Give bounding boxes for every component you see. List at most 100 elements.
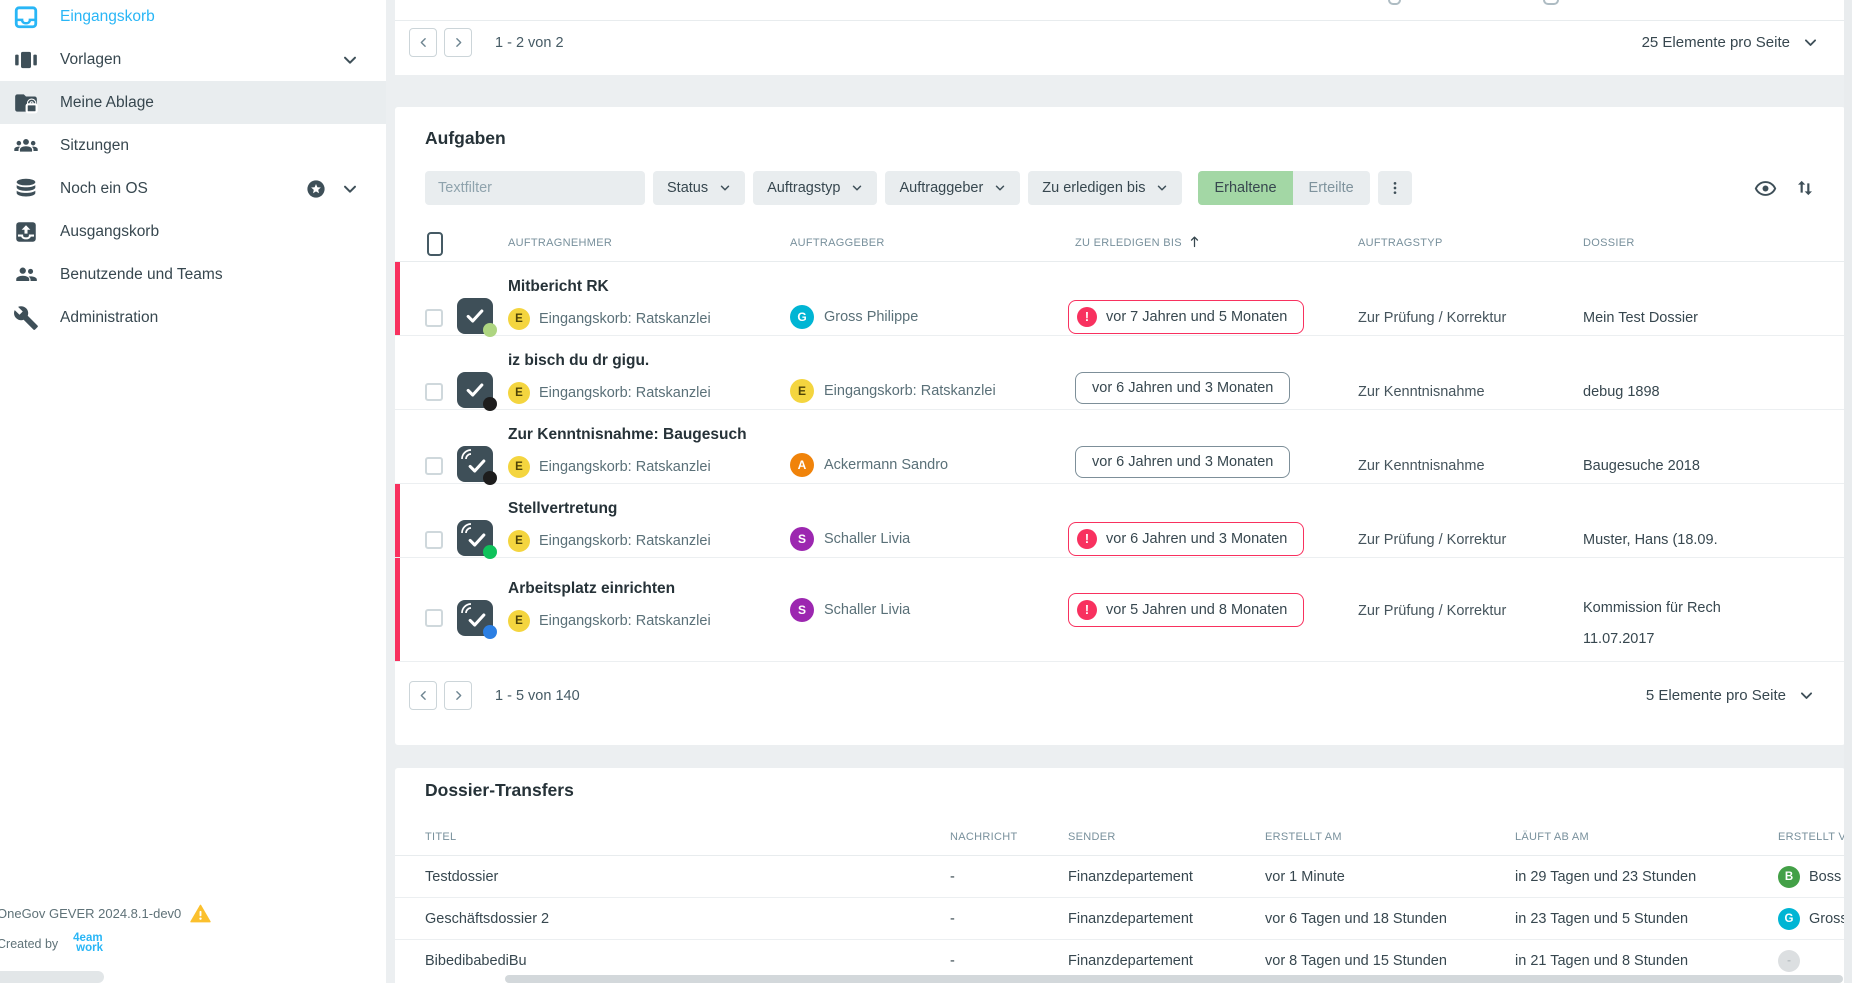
column-header-erstellt-von[interactable]: ERSTELLT VON: [1778, 831, 1845, 843]
sidebar-nav: Eingangskorb Vorlagen Meine Ablage: [0, 0, 386, 339]
sidebar-item-eingangskorb[interactable]: Eingangskorb: [0, 0, 386, 38]
received-issued-toggle: Erhaltene Erteilte: [1198, 171, 1369, 205]
task-type: Zur Prüfung / Korrektur: [1358, 310, 1506, 326]
column-header-laeuft-ab-am[interactable]: LÄUFT AB AM: [1515, 831, 1589, 843]
auftragstyp-filter-dropdown[interactable]: Auftragstyp: [753, 171, 877, 205]
text-filter-input[interactable]: [425, 171, 645, 205]
filter-label: Auftraggeber: [899, 180, 983, 196]
sidebar-item-administration[interactable]: Administration: [0, 296, 386, 339]
chevron-down-icon[interactable]: [340, 179, 360, 199]
task-row[interactable]: Zur Kenntnisnahme: Baugesuch EEingangsko…: [395, 410, 1845, 484]
column-header-auftragstyp[interactable]: AUFTRAGSTYP: [1358, 228, 1443, 262]
row-checkbox[interactable]: [425, 457, 443, 475]
task-row[interactable]: Arbeitsplatz einrichten EEingangskorb: R…: [395, 558, 1845, 662]
column-header-titel[interactable]: TITEL: [425, 831, 456, 843]
column-header-auftragnehmer[interactable]: AUFTRAGNEHMER: [508, 228, 612, 262]
transfer-row[interactable]: Geschäftsdossier 2 - Finanzdepartement v…: [395, 898, 1845, 940]
task-row[interactable]: Mitbericht RK EEingangskorb: Ratskanzlei…: [395, 262, 1845, 336]
task-title[interactable]: Mitbericht RK: [508, 278, 711, 296]
sidebar-item-meine-ablage[interactable]: Meine Ablage: [0, 81, 386, 124]
page-size-selector[interactable]: 5 Elemente pro Seite: [1646, 687, 1815, 704]
task-due-cell: vor 6 Jahren und 3 Monaten: [1068, 446, 1290, 482]
wrench-icon: [13, 305, 39, 331]
row-checkbox[interactable]: [425, 383, 443, 401]
logo-line-2: work: [76, 944, 103, 954]
prev-page-button[interactable]: [409, 681, 437, 710]
auftraggeber-filter-dropdown[interactable]: Auftraggeber: [885, 171, 1020, 205]
app-window: Eingangskorb Vorlagen Meine Ablage: [0, 0, 1852, 983]
row-checkbox[interactable]: [425, 309, 443, 327]
column-header-erstellt-am[interactable]: ERSTELLT AM: [1265, 831, 1342, 843]
horizontal-scrollbar-left[interactable]: [0, 971, 104, 983]
avatar-empty: -: [1778, 950, 1800, 972]
page-size-selector[interactable]: 25 Elemente pro Seite: [1642, 34, 1819, 51]
sidebar-item-ausgangskorb[interactable]: Ausgangskorb: [0, 210, 386, 253]
task-issuer-cell: SSchaller Livia: [790, 527, 910, 551]
column-header-sender[interactable]: SENDER: [1068, 831, 1116, 843]
transfer-titel[interactable]: Geschäftsdossier 2: [425, 911, 549, 927]
task-dossier[interactable]: Muster, Hans (18.09.: [1583, 532, 1839, 548]
task-row[interactable]: iz bisch du dr gigu. EEingangskorb: Rats…: [395, 336, 1845, 410]
column-header-auftraggeber[interactable]: AUFTRAGGEBER: [790, 228, 885, 262]
row-checkbox[interactable]: [425, 531, 443, 549]
sidebar: Eingangskorb Vorlagen Meine Ablage: [0, 0, 386, 983]
status-filter-dropdown[interactable]: Status: [653, 171, 745, 205]
task-assignee: Eingangskorb: Ratskanzlei: [539, 533, 711, 549]
app-version: OneGov GEVER 2024.8.1-dev0: [0, 904, 211, 923]
sidebar-item-label: Meine Ablage: [60, 94, 154, 112]
sidebar-item-benutzende-und-teams[interactable]: Benutzende und Teams: [0, 253, 386, 296]
column-header-nachricht[interactable]: NACHRICHT: [950, 831, 1017, 843]
next-page-button[interactable]: [444, 681, 472, 710]
more-options-button[interactable]: [1378, 171, 1412, 205]
sidebar-item-sitzungen[interactable]: Sitzungen: [0, 124, 386, 167]
sidebar-item-vorlagen[interactable]: Vorlagen: [0, 38, 386, 81]
vertical-scrollbar[interactable]: [1844, 0, 1852, 983]
task-due-cell: !vor 7 Jahren und 5 Monaten: [1068, 300, 1304, 334]
task-dossier[interactable]: debug 1898: [1583, 384, 1839, 400]
transfers-card: Dossier-Transfers TITEL NACHRICHT SENDER…: [395, 768, 1845, 983]
avatar: G: [790, 305, 814, 329]
transfers-title: Dossier-Transfers: [425, 780, 574, 801]
task-title[interactable]: iz bisch du dr gigu.: [508, 352, 711, 370]
task-title[interactable]: Arbeitsplatz einrichten: [508, 580, 711, 598]
task-row[interactable]: Stellvertretung EEingangskorb: Ratskanzl…: [395, 484, 1845, 558]
transfer-nachricht: -: [950, 911, 955, 927]
toggle-erhaltene[interactable]: Erhaltene: [1198, 171, 1292, 205]
task-main-cell: Arbeitsplatz einrichten EEingangskorb: R…: [508, 580, 711, 632]
avatar: S: [790, 527, 814, 551]
avatar: A: [790, 453, 814, 477]
due-date-chip: vor 6 Jahren und 3 Monaten: [1075, 446, 1290, 478]
favorite-star-icon[interactable]: [305, 178, 327, 200]
sort-icon[interactable]: [1795, 178, 1815, 198]
4teamwork-logo[interactable]: 4eam work: [73, 934, 103, 953]
transfer-titel[interactable]: BibedibabediBu: [425, 953, 527, 969]
task-dossier[interactable]: Mein Test Dossier: [1583, 310, 1839, 326]
column-header-dossier[interactable]: DOSSIER: [1583, 228, 1635, 262]
horizontal-scrollbar[interactable]: [505, 975, 1843, 983]
transfer-laeuft-ab-am: in 21 Tagen und 8 Stunden: [1515, 953, 1688, 969]
select-all-checkbox[interactable]: [427, 232, 443, 256]
tasks-title: Aufgaben: [425, 128, 506, 149]
prev-page-button[interactable]: [409, 28, 437, 57]
toggle-erteilte[interactable]: Erteilte: [1293, 171, 1370, 205]
created-by-text: Created by: [0, 937, 58, 951]
task-title[interactable]: Zur Kenntnisnahme: Baugesuch: [508, 426, 747, 444]
due-date-chip-overdue: !vor 7 Jahren und 5 Monaten: [1068, 300, 1304, 334]
zu-erledigen-bis-filter-dropdown[interactable]: Zu erledigen bis: [1028, 171, 1182, 205]
task-main-cell: Stellvertretung EEingangskorb: Ratskanzl…: [508, 500, 711, 552]
eye-icon[interactable]: [1754, 177, 1777, 200]
transfer-titel[interactable]: Testdossier: [425, 869, 498, 885]
row-checkbox[interactable]: [425, 609, 443, 627]
column-header-zu-erledigen-bis[interactable]: ZU ERLEDIGEN BIS: [1075, 228, 1202, 262]
sidebar-item-noch-ein-os[interactable]: Noch ein OS: [0, 167, 386, 210]
task-title[interactable]: Stellvertretung: [508, 500, 711, 518]
task-dossier[interactable]: Kommission für Rech 11.07.2017: [1583, 593, 1839, 655]
next-page-button[interactable]: [444, 28, 472, 57]
due-date-chip-overdue: !vor 5 Jahren und 8 Monaten: [1068, 593, 1304, 627]
task-dossier[interactable]: Baugesuche 2018: [1583, 458, 1839, 474]
chevron-down-icon[interactable]: [340, 50, 360, 70]
transfer-row[interactable]: Testdossier - Finanzdepartement vor 1 Mi…: [395, 856, 1845, 898]
transfers-rows: Testdossier - Finanzdepartement vor 1 Mi…: [395, 856, 1845, 982]
alert-icon: !: [1077, 529, 1097, 549]
folder-lock-icon: [13, 90, 39, 116]
